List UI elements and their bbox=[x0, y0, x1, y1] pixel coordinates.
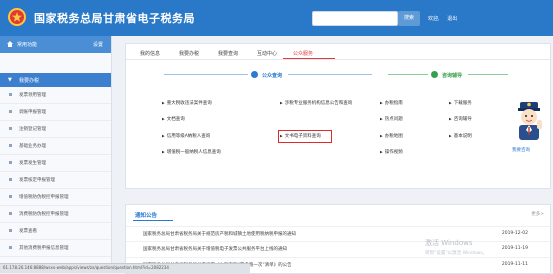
sidebar-item[interactable]: 发票查看 bbox=[0, 223, 111, 240]
sidebar-item[interactable]: 发票核定申报管理 bbox=[0, 172, 111, 189]
tax-bureau-logo bbox=[8, 8, 26, 26]
notice-row-date: 2019-11-11 bbox=[501, 262, 528, 267]
bullet-icon bbox=[9, 178, 12, 181]
divider bbox=[468, 74, 508, 75]
bullet-icon bbox=[9, 212, 12, 215]
sidebar-item-label: 注销登记管理 bbox=[19, 127, 46, 132]
notice-row-date: 2019-12-02 bbox=[501, 231, 528, 236]
bullet-icon bbox=[9, 161, 12, 164]
sidebar-item[interactable]: 其他消费税申报信息管理 bbox=[0, 240, 111, 257]
sidebar-item-label: 发票核定申报管理 bbox=[19, 178, 55, 183]
sidebar-setting-link[interactable]: 设置 bbox=[93, 41, 103, 48]
notice-underline bbox=[133, 220, 173, 221]
query-icon bbox=[251, 71, 258, 78]
service-link[interactable]: 涉税专业服务机构信息公告和查询 bbox=[280, 100, 353, 106]
notice-row[interactable]: 国家税务总局甘肃省税务局关于规范房产税和城镇土地使用税纳税申报的通知 2019-… bbox=[126, 226, 550, 240]
divider bbox=[288, 74, 372, 75]
bullet-icon bbox=[9, 110, 12, 113]
sidebar-item[interactable]: 调账申报管理 bbox=[0, 104, 111, 121]
service-link[interactable]: 增值税一般纳税人信息查询 bbox=[162, 149, 221, 155]
highlight-box bbox=[278, 130, 332, 143]
chevron-down-icon: ▼ bbox=[8, 77, 12, 83]
tab-public-service[interactable]: 公众服务 bbox=[293, 50, 313, 57]
sidebar-header: 常用功能 设置 bbox=[0, 36, 111, 53]
tax-officer-mascot-icon[interactable] bbox=[512, 100, 546, 144]
sidebar-item-label: 增值税防伪税控申报管理 bbox=[19, 195, 69, 200]
welcome-text: 欢迎, bbox=[428, 16, 440, 22]
section-public-query: 公众查询 bbox=[262, 73, 283, 79]
sidebar: 常用功能 设置 ▼ 我要办税 发票领用管理 调账申报管理 注销登记管理 基础业务… bbox=[0, 36, 112, 272]
sidebar-item-label: 消费税防伪税控申报管理 bbox=[19, 212, 69, 217]
consult-mascot-label[interactable]: 我要咨询 bbox=[512, 147, 530, 153]
tab-interaction[interactable]: 互动中心 bbox=[257, 50, 277, 57]
sidebar-item-label: 发票发生管理 bbox=[19, 161, 46, 166]
tab-do-tax[interactable]: 我要办税 bbox=[179, 50, 199, 57]
service-link[interactable]: 操作视频 bbox=[380, 149, 403, 155]
bullet-icon bbox=[9, 229, 12, 232]
divider bbox=[388, 74, 428, 75]
sidebar-item[interactable]: 消费税防伪税控申报管理 bbox=[0, 206, 111, 223]
sidebar-category[interactable]: ▼ 我要办税 bbox=[0, 73, 111, 87]
search-input[interactable] bbox=[312, 11, 398, 26]
notice-row-title: 国家税务总局甘肃省税务局关于规范房产税和城镇土地使用税纳税申报的通知 bbox=[143, 232, 296, 237]
service-link[interactable]: 文档查询 bbox=[162, 116, 185, 122]
top-header: 国家税务总局甘肃省电子税务局 搜索 欢迎, 退出 bbox=[0, 0, 553, 36]
sidebar-item-label: 其他消费税申报信息管理 bbox=[19, 246, 69, 251]
tab-query[interactable]: 我要查询 bbox=[218, 50, 238, 57]
service-link[interactable]: 基本说明 bbox=[449, 133, 472, 139]
windows-watermark-title: 激活 Windows bbox=[425, 239, 473, 247]
sidebar-heading: 常用功能 bbox=[17, 42, 38, 48]
sidebar-item[interactable]: 基础业务办理 bbox=[0, 138, 111, 155]
site-title: 国家税务总局甘肃省电子税务局 bbox=[34, 12, 195, 25]
service-link[interactable]: 重大税收违法案件查询 bbox=[162, 100, 212, 106]
sidebar-item-label: 发票领用管理 bbox=[19, 93, 46, 98]
more-link[interactable]: 更多> bbox=[531, 211, 544, 217]
service-link[interactable]: 热点问题 bbox=[380, 116, 403, 122]
sidebar-item-label: 调账申报管理 bbox=[19, 110, 46, 115]
tab-my-info[interactable]: 我的信息 bbox=[140, 50, 160, 57]
bullet-icon bbox=[9, 246, 12, 249]
service-link[interactable]: 办税地图 bbox=[380, 133, 403, 139]
divider bbox=[164, 74, 248, 75]
search-button[interactable]: 搜索 bbox=[398, 11, 420, 26]
notice-row-date: 2019-11-19 bbox=[501, 246, 528, 251]
tab-bar: 我的信息 我要办税 我要查询 互动中心 公众服务 bbox=[126, 44, 550, 60]
sidebar-category-label: 我要办税 bbox=[19, 78, 40, 84]
notice-row-title: 国家税务总局甘肃省税务局关于增值税电子发票公共服务平台上线的通知 bbox=[143, 247, 287, 252]
sidebar-item[interactable]: 发票领用管理 bbox=[0, 87, 111, 104]
windows-watermark-subtitle: 转到“设置”以激活 Windows。 bbox=[425, 251, 488, 256]
sidebar-item-label: 基础业务办理 bbox=[19, 144, 46, 149]
service-link[interactable]: 咨询辅导 bbox=[449, 116, 472, 122]
consult-icon bbox=[431, 71, 438, 78]
service-link[interactable]: 信用等级A纳税人查询 bbox=[162, 133, 211, 139]
notice-title: 通知公告 bbox=[135, 213, 158, 219]
logout-link[interactable]: 退出 bbox=[447, 16, 457, 22]
section-consult: 咨询辅导 bbox=[442, 73, 463, 79]
home-icon bbox=[7, 41, 13, 49]
bullet-icon bbox=[9, 195, 12, 198]
service-link[interactable]: 下载服务 bbox=[449, 100, 472, 106]
bullet-icon bbox=[9, 127, 12, 130]
status-url: 61.178.26.146:8888/wsxx-web/apps/views/z… bbox=[3, 265, 169, 270]
active-tab-indicator bbox=[283, 58, 335, 59]
main-panel: 我的信息 我要办税 我要查询 互动中心 公众服务 公众查询 咨询辅导 重大税收违… bbox=[125, 43, 551, 189]
user-links: 欢迎, 退出 bbox=[428, 15, 460, 22]
sidebar-item[interactable]: 发票发生管理 bbox=[0, 155, 111, 172]
bullet-icon bbox=[9, 144, 12, 147]
sidebar-item[interactable]: 注销登记管理 bbox=[0, 121, 111, 138]
service-link[interactable]: 办税指南 bbox=[380, 100, 403, 106]
bullet-icon bbox=[9, 93, 12, 96]
sidebar-item-label: 发票查看 bbox=[19, 229, 37, 234]
sidebar-item[interactable]: 增值税防伪税控申报管理 bbox=[0, 189, 111, 206]
